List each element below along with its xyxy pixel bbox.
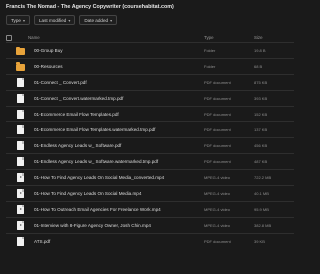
- table-header: Name Type Size: [6, 33, 294, 42]
- file-name: 01-Ecommerce Email Flow Templates.waterm…: [34, 127, 156, 133]
- video-icon-shape: [17, 173, 24, 183]
- file-row[interactable]: 01-How To Outreach Email Agencies For Fr…: [6, 200, 294, 217]
- file-size: 39 KB: [254, 238, 265, 244]
- select-all-checkbox[interactable]: [6, 34, 12, 41]
- file-row[interactable]: 01-Interview with 8-Figure Agency Owner,…: [6, 216, 294, 233]
- file-row[interactable]: 01-How To Find Agency Leads On Social Me…: [6, 185, 294, 201]
- type-column-header[interactable]: Type: [204, 35, 214, 40]
- file-size: 393 KB: [254, 95, 268, 101]
- file-name: 01-Interview with 8-Figure Agency Owner,…: [34, 222, 151, 228]
- file-name: 01-How To Find Agency Leads On Social Me…: [34, 190, 142, 196]
- last-modified-filter[interactable]: Last modified ▾: [33, 15, 76, 25]
- pdf-icon-shape: [17, 236, 24, 246]
- pdf-icon-shape: [17, 109, 24, 119]
- video-icon-shape: [17, 220, 24, 230]
- video-icon-shape: [17, 189, 24, 199]
- file-row[interactable]: ATS.pdf PDF document 39 KB: [6, 232, 294, 249]
- file-name: 01-Connect _ Convert.pdf: [34, 79, 87, 85]
- name-column-header[interactable]: Name: [28, 35, 40, 40]
- pdf-icon: [16, 93, 25, 104]
- file-row[interactable]: 01-Connect _ Convert.pdf PDF document 875 …: [6, 73, 294, 90]
- file-type: PDF document: [204, 143, 231, 149]
- file-size: 152 KB: [254, 111, 268, 117]
- pdf-icon: [16, 141, 25, 151]
- video-icon: [16, 204, 25, 215]
- file-type: MPEG-4 video: [204, 222, 231, 228]
- date-added-filter[interactable]: Date added ▾: [79, 15, 118, 25]
- file-type: MPEG-4 video: [204, 206, 231, 212]
- file-type: PDF document: [204, 111, 231, 117]
- type-filter-label: Type: [11, 17, 21, 23]
- filter-bar: Type ▾ Last modified ▾ Date added ▾: [6, 15, 118, 25]
- pdf-icon: [16, 236, 25, 247]
- file-size: 487 KB: [254, 159, 268, 165]
- file-name: 01-Ecommerce Email Flow Templates.pdf: [34, 111, 119, 117]
- file-row[interactable]: 01-Endless Agency Leads w_ Software.pdf P…: [6, 137, 294, 153]
- pdf-icon-shape: [17, 93, 24, 103]
- pdf-icon: [16, 109, 25, 120]
- file-row[interactable]: 00-Resources Folder 68 B: [6, 57, 294, 74]
- file-type: PDF document: [204, 159, 231, 165]
- video-icon-shape: [17, 204, 24, 214]
- file-name: 01-Connect _ Convert.watermarked.tmp.pdf: [34, 95, 124, 101]
- file-type: PDF document: [204, 238, 231, 244]
- file-type: Folder: [204, 47, 216, 53]
- file-name: 00-Resources: [34, 63, 63, 69]
- chevron-down-icon: ▾: [22, 17, 25, 23]
- page-title: Francis The Nomad - The Agency Copywrite…: [6, 4, 174, 10]
- file-size: 19.8 B: [254, 47, 266, 53]
- pdf-icon: [16, 157, 25, 167]
- folder-icon-shape: [16, 62, 25, 71]
- file-row[interactable]: 00-Group Buy Folder 19.8 B: [6, 42, 294, 58]
- size-column-header[interactable]: Size: [254, 35, 263, 40]
- pdf-icon: [16, 125, 25, 135]
- file-type: Folder: [204, 63, 216, 69]
- file-type: MPEG-4 video: [204, 175, 231, 181]
- file-row[interactable]: 01-Ecommerce Email Flow Templates.pdf PDF…: [6, 105, 294, 122]
- file-row[interactable]: 01-Connect _ Convert.watermarked.tmp.pdf…: [6, 89, 294, 106]
- file-name: 01-How To Find Agency Leads On Social Me…: [34, 175, 165, 181]
- pdf-icon: [16, 77, 25, 88]
- video-icon: [16, 189, 25, 199]
- file-list: 00-Group Buy Folder 19.8 B 00-Resources Fold…: [6, 42, 294, 249]
- folder-icon: [16, 46, 25, 56]
- pdf-icon-shape: [17, 141, 24, 151]
- file-type: PDF document: [204, 127, 231, 133]
- file-row[interactable]: 01-How To Find Agency Leads On Social Me…: [6, 169, 294, 185]
- file-row[interactable]: 01-Endless Agency Leads w_ Software.wate…: [6, 153, 294, 169]
- pdf-icon-shape: [17, 157, 24, 167]
- pdf-icon-shape: [17, 125, 24, 135]
- pdf-icon-shape: [17, 77, 24, 87]
- file-name: ATS.pdf: [34, 238, 51, 244]
- file-name: 01-Endless Agency Leads w_ Software.wate…: [34, 159, 159, 165]
- file-row[interactable]: 01-Ecommerce Email Flow Templates.waterm…: [6, 121, 294, 137]
- file-type: MPEG-4 video: [204, 190, 231, 196]
- file-size: 68 B: [254, 63, 263, 69]
- type-filter[interactable]: Type ▾: [6, 15, 30, 25]
- chevron-down-icon: ▾: [68, 17, 71, 23]
- file-type: PDF document: [204, 95, 231, 101]
- file-size: 40.1 MB: [254, 190, 269, 196]
- date-added-filter-label: Date added: [84, 17, 109, 23]
- file-size: 137 KB: [254, 127, 268, 133]
- chevron-down-icon: ▾: [110, 17, 113, 23]
- file-name: 00-Group Buy: [34, 47, 63, 53]
- file-size: 722.2 MB: [254, 175, 272, 181]
- file-type: PDF document: [204, 79, 231, 85]
- file-size: 875 KB: [254, 79, 268, 85]
- last-modified-filter-label: Last modified: [38, 17, 67, 23]
- file-size: 382.8 MB: [254, 222, 272, 228]
- file-size: 95.9 MB: [254, 206, 269, 212]
- file-name: 01-Endless Agency Leads w_ Software.pdf: [34, 143, 122, 149]
- folder-icon-shape: [16, 46, 25, 55]
- file-name: 01-How To Outreach Email Agencies For Fr…: [34, 206, 161, 212]
- video-icon: [16, 220, 25, 231]
- folder-icon: [16, 62, 25, 72]
- video-icon: [16, 173, 25, 183]
- file-size: 456 KB: [254, 143, 268, 149]
